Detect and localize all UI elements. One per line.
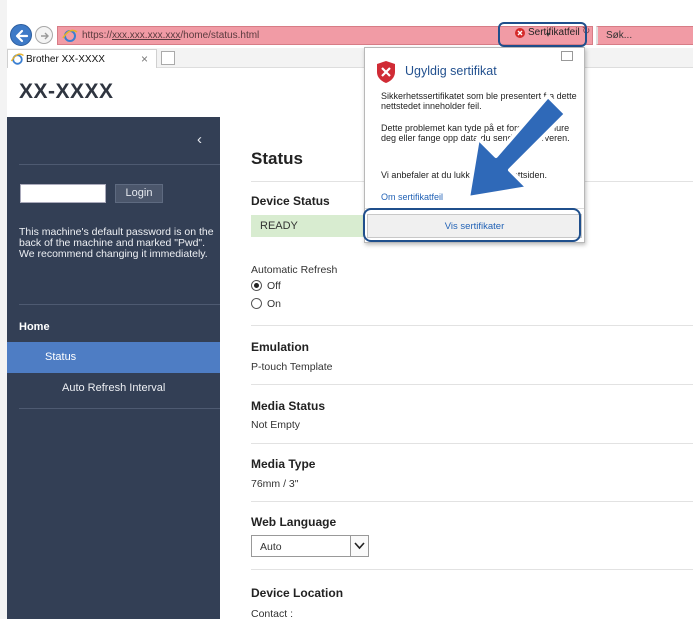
instruction-arrow-icon (466, 94, 568, 200)
